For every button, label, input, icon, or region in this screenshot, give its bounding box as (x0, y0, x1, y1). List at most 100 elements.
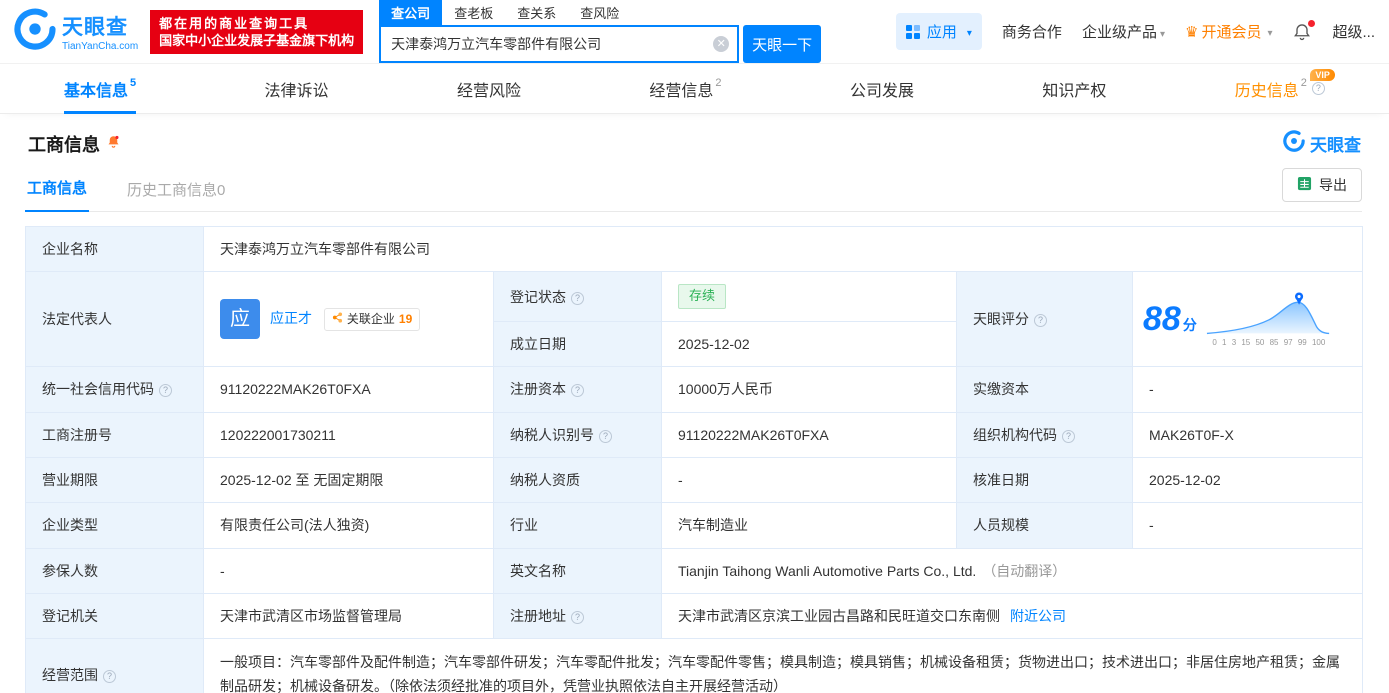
tab-count: 2 (1300, 76, 1307, 89)
business-term-value: 2025-12-02 至 无固定期限 (203, 457, 494, 504)
insured-value: - (203, 547, 494, 594)
field-label: 企业类型 (25, 502, 204, 549)
info-icon[interactable] (571, 384, 584, 398)
info-icon[interactable] (103, 669, 116, 683)
search-tabs: 查公司 查老板 查关系 查风险 (379, 0, 821, 25)
search-tab-risk[interactable]: 查风险 (568, 0, 631, 25)
nearby-companies-link[interactable]: 附近公司 (1010, 608, 1066, 624)
business-cooperation-link[interactable]: 商务合作 (1002, 21, 1062, 42)
search-tab-boss[interactable]: 查老板 (442, 0, 505, 25)
table-row: 工商注册号 120222001730211 纳税人识别号 91120222MAK… (25, 411, 1364, 459)
logo-text: 天眼查 TianYanCha.com (62, 11, 138, 52)
info-icon[interactable] (1034, 314, 1047, 328)
notification-bell-icon[interactable] (1292, 19, 1316, 42)
tab-count: 5 (130, 76, 137, 89)
export-button[interactable]: 导出 (1282, 168, 1362, 202)
search-tab-relation[interactable]: 查关系 (505, 0, 568, 25)
brand-domain: TianYanCha.com (62, 41, 139, 52)
info-icon[interactable] (1062, 429, 1075, 443)
field-label: 营业期限 (25, 457, 204, 504)
tianyancha-logo-icon (1283, 130, 1305, 157)
table-row: 企业类型 有限责任公司(法人独资) 行业 汽车制造业 人员规模 - (25, 502, 1364, 549)
field-label: 成立日期 (493, 321, 662, 368)
score-axis-labels: 0 1 3 15 50 85 97 99 100 (1212, 337, 1326, 347)
enterprise-products-link[interactable]: 企业级产品 (1082, 21, 1165, 42)
field-label: 人员规模 (956, 502, 1133, 549)
chevron-down-icon (1157, 24, 1165, 41)
field-label: 纳税人识别号 (493, 411, 662, 459)
super-vip-link[interactable]: 超级... (1332, 21, 1375, 42)
table-row: 登记机关 天津市武清区市场监督管理局 注册地址 天津市武清区京滨工业园古昌路和民… (25, 592, 1364, 640)
info-icon[interactable] (599, 429, 612, 443)
reg-status-value: 存续 (661, 271, 957, 323)
legal-rep-link[interactable]: 应正才 (270, 310, 312, 326)
tab-business-info[interactable]: 经营信息 2 (649, 64, 721, 113)
field-label: 组织机构代码 (956, 411, 1133, 459)
paid-capital-value: - (1131, 366, 1364, 413)
info-icon[interactable] (159, 384, 172, 398)
open-vip-link[interactable]: ♛ 开通会员 (1185, 21, 1273, 42)
info-icon[interactable] (571, 610, 584, 624)
promo-line2: 国家中小企业发展子基金旗下机构 (159, 32, 355, 48)
business-scope-value: 一般项目：汽车零部件及配件制造；汽车零部件研发；汽车零配件批发；汽车零配件零售；… (202, 638, 1364, 693)
info-icon[interactable] (571, 291, 584, 305)
company-name-value: 天津泰鸿万立汽车零部件有限公司 (202, 225, 1364, 273)
org-code-value: MAK26T0F-X (1131, 411, 1364, 459)
field-label: 统一社会信用代码 (25, 366, 204, 413)
field-label: 行业 (493, 502, 662, 549)
field-label: 实缴资本 (956, 366, 1133, 413)
field-label: 参保人数 (25, 547, 204, 594)
field-label: 核准日期 (956, 457, 1133, 504)
alert-bell-icon[interactable] (106, 133, 121, 154)
search-input[interactable] (381, 27, 738, 61)
subtab-business-info[interactable]: 工商信息 (25, 167, 90, 212)
taxpayer-quality-value: - (661, 457, 957, 504)
score-value: 88 分 (1143, 300, 1197, 339)
search-block: 查公司 查老板 查关系 查风险 天眼一下 (379, 0, 822, 63)
chevron-down-icon (1264, 23, 1272, 40)
tab-history-info[interactable]: 历史信息 2 VIP (1235, 64, 1335, 113)
score-cell[interactable]: 88 分 0 1 3 15 50 85 97 99 100 (1131, 271, 1364, 368)
field-label: 纳税人资质 (493, 457, 662, 504)
approval-date-value: 2025-12-02 (1131, 457, 1364, 504)
tab-legal-proceedings[interactable]: 法律诉讼 (265, 64, 329, 113)
section-title: 工商信息 (28, 131, 121, 157)
vip-badge: VIP (1310, 69, 1335, 81)
field-label: 登记机关 (25, 592, 204, 640)
apps-button[interactable]: 应用 (895, 13, 982, 50)
status-badge: 存续 (678, 284, 727, 310)
watermark-logo: 天眼查 (1283, 130, 1361, 157)
reg-capital-value: 10000万人民币 (661, 366, 957, 413)
legal-rep-cell: 应 应正才 关联企业 19 (203, 271, 494, 368)
established-value: 2025-12-02 (661, 321, 957, 368)
tianyancha-logo[interactable]: 天眼查 TianYanCha.com (14, 8, 138, 55)
score-curve-chart: 0 1 3 15 50 85 97 99 100 (1205, 291, 1333, 349)
tab-count: 2 (715, 76, 722, 89)
tab-company-development[interactable]: 公司发展 (850, 64, 914, 113)
related-companies-icon (332, 311, 343, 328)
reg-address-value: 天津市武清区京滨工业园古昌路和民旺道交口东南侧 附近公司 (660, 592, 1364, 640)
related-companies-tag[interactable]: 关联企业 19 (323, 307, 421, 332)
taxpayer-id-value: 91120222MAK26T0FXA (661, 411, 957, 459)
reg-authority-value: 天津市武清区市场监督管理局 (203, 592, 494, 640)
search-button[interactable]: 天眼一下 (743, 25, 822, 63)
business-info-table: 企业名称 天津泰鸿万立汽车零部件有限公司 法定代表人 应 应正才 关联企业 19 (25, 225, 1364, 693)
section-head: 工商信息 天眼查 (0, 114, 1389, 167)
notification-dot (1308, 19, 1316, 27)
tab-operating-risk[interactable]: 经营风险 (457, 64, 521, 113)
chevron-down-icon (964, 23, 972, 40)
subtab-history-business-info[interactable]: 历史工商信息0 (127, 179, 225, 200)
apps-label: 应用 (926, 24, 957, 41)
tab-basic-info[interactable]: 基本信息 5 (64, 64, 137, 114)
top-header: 天眼查 TianYanCha.com 都在用的商业查询工具 国家中小企业发展子基… (0, 0, 1389, 64)
legal-rep-avatar[interactable]: 应 (220, 299, 260, 340)
search-tab-company[interactable]: 查公司 (379, 0, 443, 25)
top-actions: 应用 商务合作 企业级产品 ♛开通会员 超级... (895, 13, 1375, 50)
apps-grid-icon (905, 24, 920, 39)
field-label: 注册资本 (493, 366, 662, 413)
table-row: 经营范围 一般项目：汽车零部件及配件制造；汽车零部件研发；汽车零配件批发；汽车零… (25, 638, 1364, 693)
info-icon[interactable] (1311, 82, 1325, 95)
industry-value: 汽车制造业 (661, 502, 957, 549)
tab-intellectual-property[interactable]: 知识产权 (1042, 64, 1106, 113)
brand-name: 天眼查 (62, 16, 128, 39)
